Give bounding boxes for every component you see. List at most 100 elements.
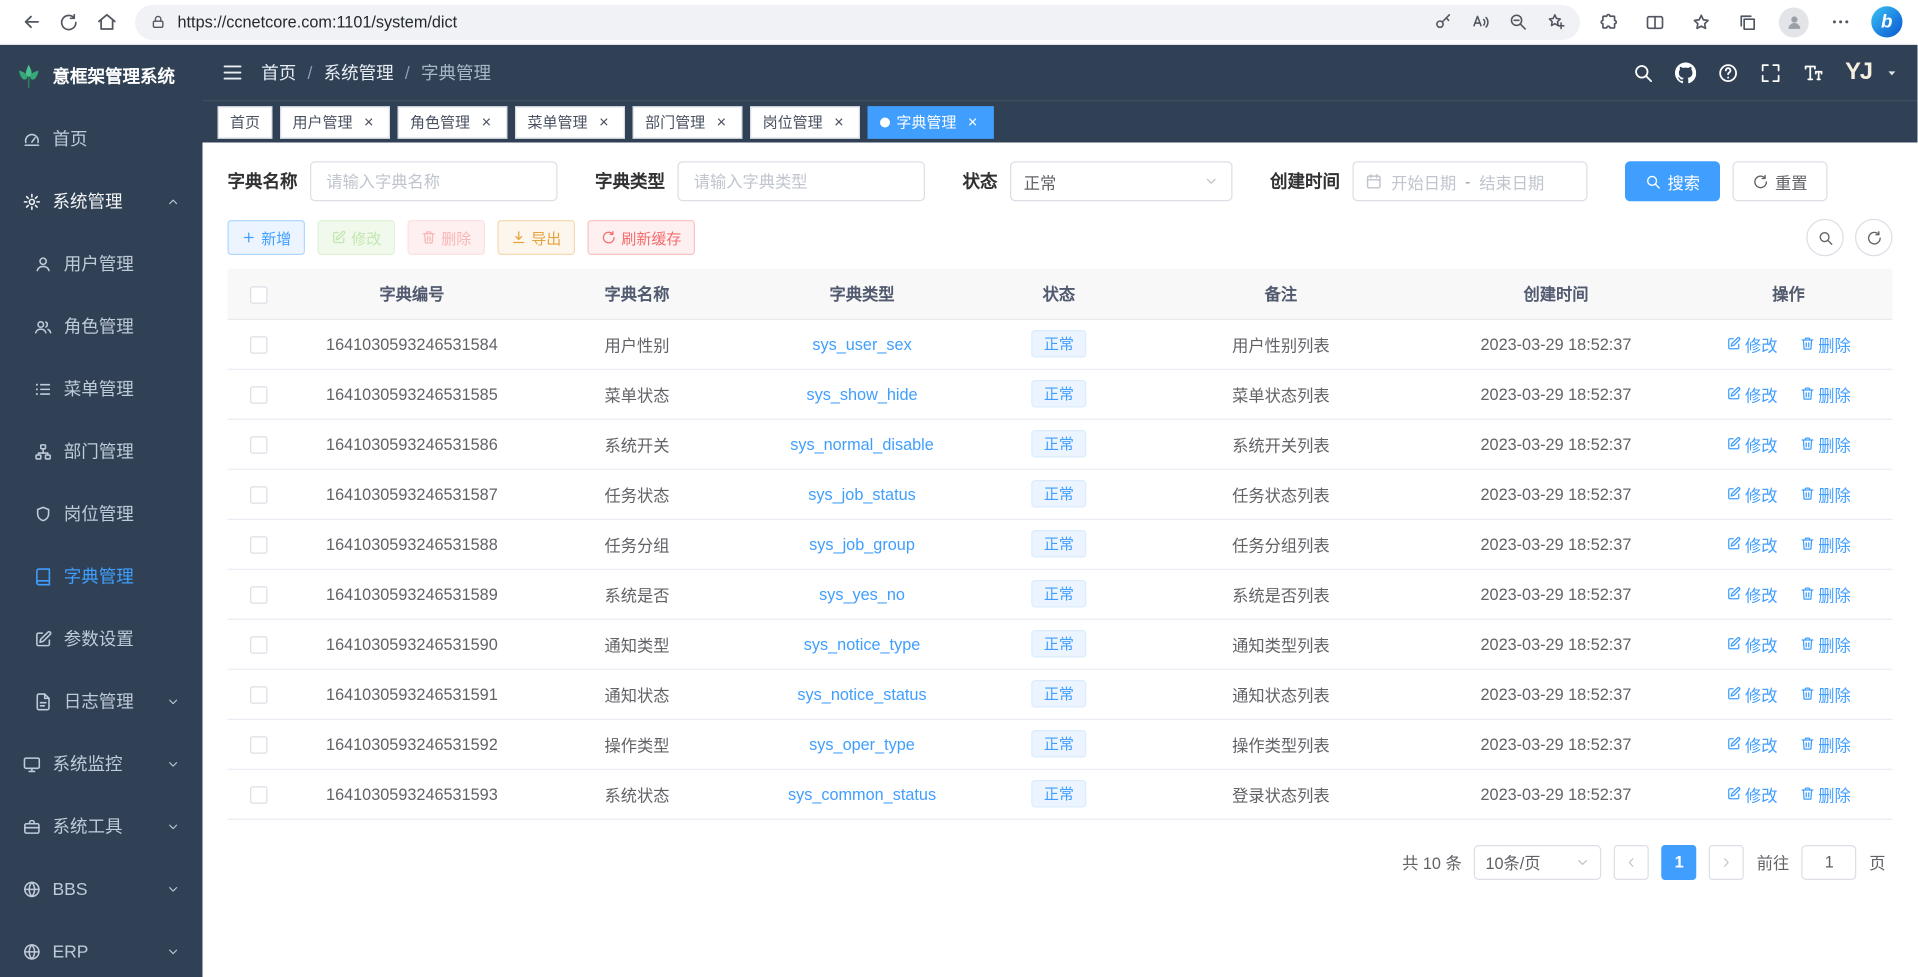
- row-edit-button[interactable]: 修改: [1726, 632, 1777, 656]
- dict-type-link[interactable]: sys_normal_disable: [790, 434, 934, 453]
- sidebar-toggle-icon[interactable]: [221, 61, 244, 84]
- address-bar[interactable]: https://ccnetcore.com:1101/system/dict: [135, 4, 1580, 39]
- row-edit-button[interactable]: 修改: [1726, 732, 1777, 756]
- dict-type-input[interactable]: [678, 161, 926, 201]
- refresh-button[interactable]: [50, 4, 88, 39]
- row-delete-button[interactable]: 删除: [1800, 482, 1851, 506]
- password-key-icon[interactable]: [1434, 13, 1453, 32]
- help-icon[interactable]: [1718, 62, 1739, 83]
- page-size-select[interactable]: 10条/页: [1474, 844, 1602, 879]
- row-edit-button[interactable]: 修改: [1726, 782, 1777, 806]
- export-button[interactable]: 导出: [498, 220, 576, 255]
- close-icon[interactable]: ×: [360, 113, 378, 131]
- tab-dict-active[interactable]: 字典管理 ×: [868, 106, 994, 139]
- dict-type-link[interactable]: sys_user_sex: [812, 334, 911, 353]
- row-edit-button[interactable]: 修改: [1726, 382, 1777, 406]
- row-checkbox[interactable]: [250, 336, 268, 354]
- caret-down-icon[interactable]: [1885, 66, 1899, 80]
- home-button[interactable]: [88, 4, 126, 39]
- select-all-checkbox[interactable]: [250, 286, 268, 304]
- tab-roles[interactable]: 角色管理 ×: [398, 106, 508, 139]
- row-edit-button[interactable]: 修改: [1726, 532, 1777, 556]
- goto-page-input[interactable]: [1802, 844, 1857, 879]
- breadcrumb-item[interactable]: 首页: [261, 60, 296, 85]
- font-size-icon[interactable]: [1803, 62, 1824, 83]
- settings-more-button[interactable]: [1822, 4, 1860, 39]
- sidebar-item-departments[interactable]: 部门管理: [0, 420, 203, 483]
- header-search-icon[interactable]: [1633, 62, 1654, 83]
- split-screen-button[interactable]: [1637, 4, 1675, 39]
- reset-button[interactable]: 重置: [1733, 161, 1828, 201]
- row-checkbox[interactable]: [250, 386, 268, 404]
- dict-name-input[interactable]: [310, 161, 558, 201]
- sidebar-item-home[interactable]: 首页: [0, 108, 203, 171]
- sidebar-item-menus[interactable]: 菜单管理: [0, 358, 203, 421]
- close-icon[interactable]: ×: [595, 113, 613, 131]
- date-range-picker[interactable]: 开始日期 - 结束日期: [1353, 161, 1588, 201]
- row-checkbox[interactable]: [250, 736, 268, 754]
- tab-menus[interactable]: 菜单管理 ×: [515, 106, 625, 139]
- sidebar-item-roles[interactable]: 角色管理: [0, 295, 203, 358]
- extensions-button[interactable]: [1590, 4, 1628, 39]
- sidebar-item-logs[interactable]: 日志管理: [0, 670, 203, 733]
- dict-type-link[interactable]: sys_show_hide: [806, 384, 917, 403]
- tab-posts[interactable]: 岗位管理 ×: [750, 106, 860, 139]
- row-edit-button[interactable]: 修改: [1726, 582, 1777, 606]
- sidebar-item-bbs[interactable]: BBS: [0, 858, 203, 921]
- add-favorite-icon[interactable]: [1547, 13, 1566, 32]
- add-button[interactable]: 新增: [228, 220, 306, 255]
- dict-type-link[interactable]: sys_notice_type: [804, 634, 921, 653]
- sidebar-item-posts[interactable]: 岗位管理: [0, 483, 203, 546]
- dict-type-link[interactable]: sys_yes_no: [819, 584, 905, 603]
- row-delete-button[interactable]: 删除: [1800, 732, 1851, 756]
- url-text[interactable]: https://ccnetcore.com:1101/system/dict: [178, 13, 1423, 32]
- sidebar-item-erp[interactable]: ERP: [0, 920, 203, 977]
- sidebar-item-system[interactable]: 系统管理: [0, 170, 203, 233]
- sidebar-item-params[interactable]: 参数设置: [0, 608, 203, 671]
- edit-button-disabled[interactable]: 修改: [318, 220, 396, 255]
- close-icon[interactable]: ×: [478, 113, 496, 131]
- row-checkbox[interactable]: [250, 636, 268, 654]
- row-delete-button[interactable]: 删除: [1800, 582, 1851, 606]
- read-aloud-icon[interactable]: [1472, 13, 1491, 32]
- tab-home[interactable]: 首页: [218, 106, 273, 139]
- sidebar-item-dict[interactable]: 字典管理: [0, 545, 203, 608]
- refresh-table-button[interactable]: [1855, 219, 1893, 257]
- row-delete-button[interactable]: 删除: [1800, 632, 1851, 656]
- fullscreen-icon[interactable]: [1760, 62, 1781, 83]
- dict-type-link[interactable]: sys_oper_type: [809, 734, 915, 753]
- row-edit-button[interactable]: 修改: [1726, 332, 1777, 356]
- sidebar-item-tools[interactable]: 系统工具: [0, 795, 203, 858]
- tab-departments[interactable]: 部门管理 ×: [633, 106, 743, 139]
- favorites-button[interactable]: [1683, 4, 1721, 39]
- row-delete-button[interactable]: 删除: [1800, 532, 1851, 556]
- tab-users[interactable]: 用户管理 ×: [280, 106, 390, 139]
- row-checkbox[interactable]: [250, 486, 268, 504]
- close-icon[interactable]: ×: [830, 113, 848, 131]
- next-page-button[interactable]: [1709, 844, 1744, 879]
- row-delete-button[interactable]: 删除: [1800, 782, 1851, 806]
- back-button[interactable]: [13, 4, 51, 39]
- dict-type-link[interactable]: sys_job_status: [808, 484, 916, 503]
- row-delete-button[interactable]: 删除: [1800, 432, 1851, 456]
- row-checkbox[interactable]: [250, 436, 268, 454]
- delete-button-disabled[interactable]: 删除: [408, 220, 486, 255]
- row-checkbox[interactable]: [250, 786, 268, 804]
- row-delete-button[interactable]: 删除: [1800, 382, 1851, 406]
- user-brand-logo[interactable]: YJ: [1845, 59, 1872, 87]
- close-icon[interactable]: ×: [964, 113, 982, 131]
- github-icon[interactable]: [1675, 62, 1696, 83]
- row-checkbox[interactable]: [250, 536, 268, 554]
- row-checkbox[interactable]: [250, 586, 268, 604]
- dict-type-link[interactable]: sys_common_status: [788, 784, 936, 803]
- profile-button[interactable]: [1775, 4, 1813, 39]
- row-delete-button[interactable]: 删除: [1800, 682, 1851, 706]
- status-select[interactable]: 正常: [1010, 161, 1233, 201]
- prev-page-button[interactable]: [1614, 844, 1649, 879]
- refresh-cache-button[interactable]: 刷新缓存: [588, 220, 696, 255]
- sidebar-item-users[interactable]: 用户管理: [0, 233, 203, 296]
- dict-type-link[interactable]: sys_notice_status: [797, 684, 926, 703]
- sidebar-item-monitor[interactable]: 系统监控: [0, 733, 203, 796]
- zoom-out-icon[interactable]: [1509, 13, 1528, 32]
- row-checkbox[interactable]: [250, 686, 268, 704]
